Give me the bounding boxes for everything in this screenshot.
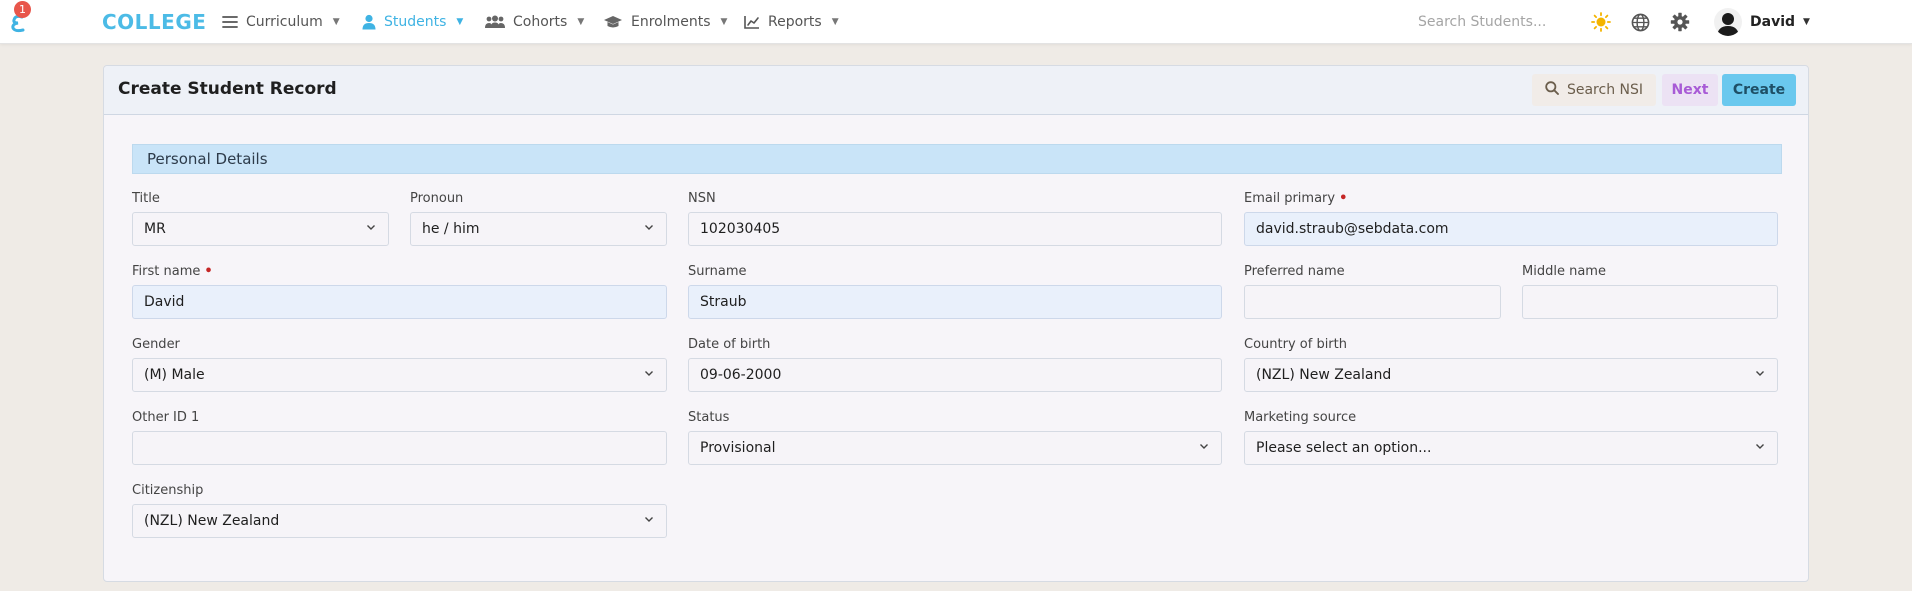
chevron-down-icon — [1754, 440, 1766, 456]
title-label: Title — [132, 191, 160, 206]
search-students-input[interactable] — [1418, 10, 1568, 34]
preferred-name-field[interactable] — [1244, 285, 1501, 319]
chevron-down-icon — [643, 221, 655, 237]
first-name-label: First name • — [132, 264, 213, 279]
surname-field[interactable]: Straub — [688, 285, 1222, 319]
country-of-birth-select[interactable]: (NZL) New Zealand — [1244, 358, 1778, 392]
user-icon — [362, 14, 376, 30]
notification-badge: 1 — [14, 1, 31, 18]
caret-down-icon: ▼ — [831, 17, 839, 27]
nav-enrolments[interactable]: Enrolments ▼ — [603, 0, 727, 44]
date-of-birth-label: Date of birth — [688, 337, 771, 352]
first-name-field[interactable]: David — [132, 285, 667, 319]
brand-logo[interactable]: COLLEGE — [102, 10, 206, 34]
email-primary-label: Email primary • — [1244, 191, 1348, 206]
chevron-down-icon — [1754, 367, 1766, 383]
citizenship-label: Citizenship — [132, 483, 204, 498]
gender-select[interactable]: (M) Male — [132, 358, 667, 392]
globe-icon[interactable] — [1629, 11, 1651, 33]
caret-down-icon: ▼ — [332, 17, 340, 27]
nav-enrolments-label: Enrolments — [631, 14, 711, 30]
gear-icon[interactable] — [1669, 11, 1691, 33]
email-primary-field[interactable]: david.straub@sebdata.com — [1244, 212, 1778, 246]
create-button[interactable]: Create — [1722, 74, 1796, 106]
caret-down-icon: ▼ — [720, 17, 728, 27]
middle-name-label: Middle name — [1522, 264, 1606, 279]
line-chart-icon — [744, 15, 760, 29]
nav-reports-label: Reports — [768, 14, 822, 30]
title-select[interactable]: MR — [132, 212, 389, 246]
status-label: Status — [688, 410, 730, 425]
other-id-1-field[interactable] — [132, 431, 667, 465]
create-student-card: Create Student Record Search NSI Next Cr… — [103, 65, 1809, 582]
page-title: Create Student Record — [118, 79, 337, 99]
nav-curriculum-label: Curriculum — [246, 14, 323, 30]
nsn-field[interactable]: 102030405 — [688, 212, 1222, 246]
search-nsi-label: Search NSI — [1566, 82, 1644, 98]
pronoun-select[interactable]: he / him — [410, 212, 667, 246]
status-select[interactable]: Provisional — [688, 431, 1222, 465]
nav-students-label: Students — [384, 14, 447, 30]
chevron-down-icon — [365, 221, 377, 237]
next-button[interactable]: Next — [1662, 74, 1718, 106]
marketing-source-label: Marketing source — [1244, 410, 1357, 425]
chevron-down-icon — [643, 513, 655, 529]
other-id-1-label: Other ID 1 — [132, 410, 200, 425]
date-of-birth-field[interactable]: 09-06-2000 — [688, 358, 1222, 392]
top-navbar: 1 COLLEGE Curriculum ▼ Students ▼ Cohort… — [0, 0, 1912, 44]
graduation-cap-icon — [603, 15, 623, 29]
card-header: Create Student Record Search NSI Next Cr… — [104, 66, 1808, 115]
caret-down-icon: ▼ — [577, 17, 585, 27]
search-nsi-button[interactable]: Search NSI — [1532, 74, 1656, 106]
sun-icon[interactable] — [1590, 11, 1612, 33]
section-personal-details: Personal Details — [132, 144, 1782, 174]
menu-lines-icon — [222, 15, 238, 29]
chevron-down-icon — [643, 367, 655, 383]
nav-cohorts[interactable]: Cohorts ▼ — [485, 0, 584, 44]
nsn-label: NSN — [688, 191, 716, 206]
nav-students[interactable]: Students ▼ — [362, 0, 463, 44]
pronoun-label: Pronoun — [410, 191, 464, 206]
users-icon — [485, 15, 505, 29]
search-icon — [1545, 81, 1559, 99]
surname-label: Surname — [688, 264, 747, 279]
avatar — [1714, 8, 1742, 36]
preferred-name-label: Preferred name — [1244, 264, 1345, 279]
user-menu[interactable]: David ▼ — [1714, 6, 1810, 38]
gender-label: Gender — [132, 337, 180, 352]
citizenship-select[interactable]: (NZL) New Zealand — [132, 504, 667, 538]
section-title: Personal Details — [147, 150, 268, 168]
nav-cohorts-label: Cohorts — [513, 14, 568, 30]
country-of-birth-label: Country of birth — [1244, 337, 1347, 352]
marketing-source-select[interactable]: Please select an option... — [1244, 431, 1778, 465]
middle-name-field[interactable] — [1522, 285, 1778, 319]
user-name: David — [1750, 14, 1796, 30]
chevron-down-icon — [1198, 440, 1210, 456]
caret-down-icon: ▼ — [456, 17, 464, 27]
caret-down-icon: ▼ — [1803, 17, 1810, 27]
nav-reports[interactable]: Reports ▼ — [744, 0, 839, 44]
nav-curriculum[interactable]: Curriculum ▼ — [222, 0, 340, 44]
